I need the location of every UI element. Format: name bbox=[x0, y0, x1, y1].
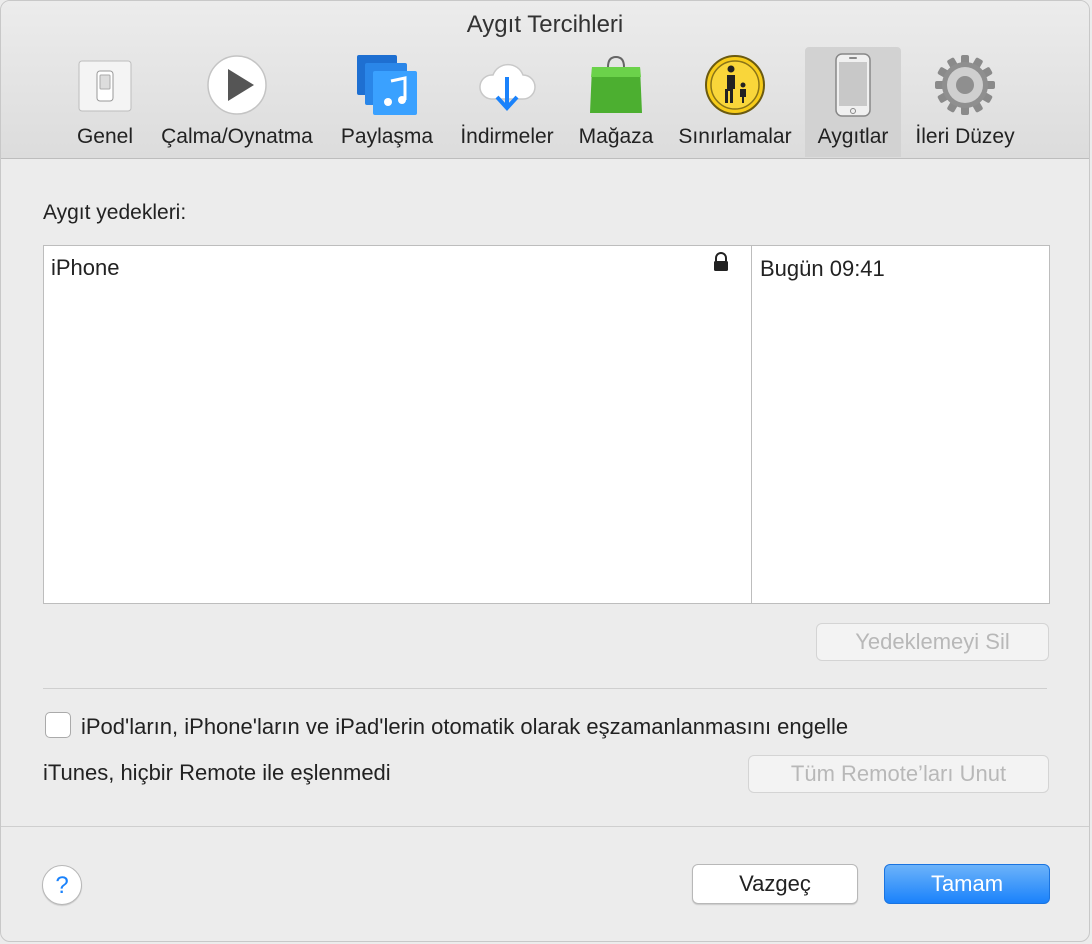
prevent-sync-label: iPod'ların, iPhone'ların ve iPad'lerin o… bbox=[81, 714, 849, 739]
backup-date: Bugün 09:41 bbox=[760, 256, 885, 281]
backups-table[interactable]: iPhone Bugün 09:41 bbox=[43, 245, 1050, 604]
prevent-sync-checkbox[interactable] bbox=[45, 712, 71, 738]
tab-store[interactable]: Mağaza bbox=[573, 47, 659, 157]
tab-general[interactable]: Genel bbox=[65, 47, 145, 157]
window-title: Aygıt Tercihleri bbox=[466, 11, 624, 38]
tab-restrictions[interactable]: Sınırlamalar bbox=[671, 47, 799, 157]
tab-advanced[interactable]: İleri Düzey bbox=[907, 47, 1023, 157]
column-divider bbox=[751, 246, 752, 603]
backups-label: Aygıt yedekleri: bbox=[43, 201, 187, 224]
gear-icon bbox=[933, 53, 997, 117]
lock-icon bbox=[712, 252, 730, 277]
toolbar: Aygıt Tercihleri Genel Çalma/Oynatma Pay… bbox=[1, 1, 1089, 159]
cloud-download-icon bbox=[475, 53, 539, 117]
help-button[interactable]: ? bbox=[42, 865, 82, 905]
general-switch-icon bbox=[73, 53, 137, 117]
shopping-bag-icon bbox=[584, 53, 648, 117]
footer-divider bbox=[1, 826, 1089, 827]
preferences-window: Aygıt Tercihleri Genel Çalma/Oynatma Pay… bbox=[0, 0, 1090, 942]
remote-status-text: iTunes, hiçbir Remote ile eşlenmedi bbox=[43, 760, 391, 785]
play-icon bbox=[205, 53, 269, 117]
tab-devices[interactable]: Aygıtlar bbox=[805, 47, 901, 157]
cancel-button[interactable]: Vazgeç bbox=[692, 864, 858, 904]
parental-controls-icon bbox=[703, 53, 767, 117]
tab-sharing[interactable]: Paylaşma bbox=[335, 47, 439, 157]
tab-playback[interactable]: Çalma/Oynatma bbox=[151, 47, 323, 157]
tab-downloads[interactable]: İndirmeler bbox=[451, 47, 563, 157]
delete-backup-button[interactable]: Yedeklemeyi Sil bbox=[816, 623, 1049, 661]
backup-device-name: iPhone bbox=[51, 255, 120, 280]
ok-button[interactable]: Tamam bbox=[884, 864, 1050, 904]
forget-remotes-button[interactable]: Tüm Remote’ları Unut bbox=[748, 755, 1049, 793]
iphone-icon bbox=[821, 53, 885, 117]
music-share-icon bbox=[355, 53, 419, 117]
divider bbox=[43, 688, 1047, 689]
